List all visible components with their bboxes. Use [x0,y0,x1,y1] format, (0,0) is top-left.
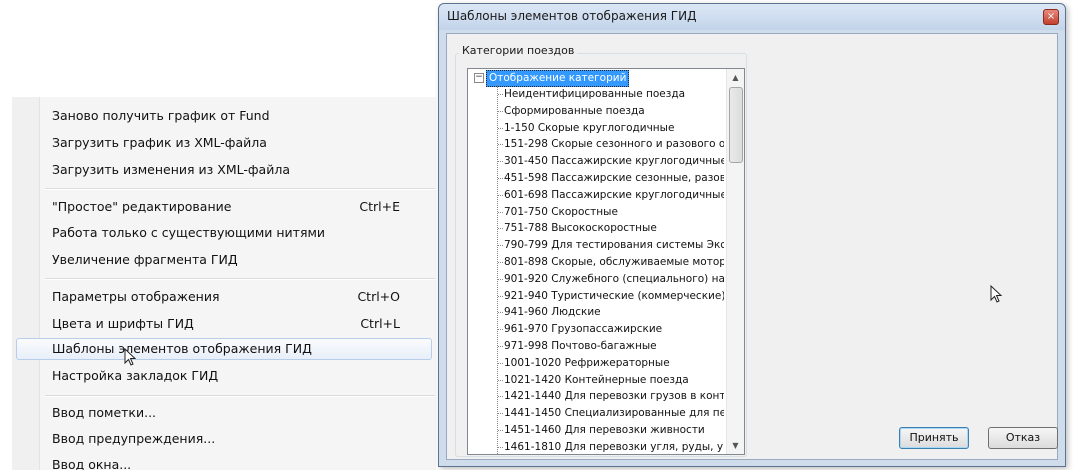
tree-node[interactable]: 961-970 Грузопассажирские [504,321,724,338]
menu-item-label: Работа только с существующими нитями [52,225,326,240]
menu-item-shortcut: Ctrl+E [359,199,400,214]
tree-branch-line [498,178,503,179]
tree-node[interactable]: 790-799 Для тестирования системы Экст [504,237,724,254]
collapse-icon[interactable]: − [474,73,484,83]
tree-branch-line [498,396,503,398]
tree-branch-line [498,94,503,95]
tree-node[interactable]: 901-920 Служебного (специального) наз [504,271,724,288]
menu-item-label: Ввод окна... [52,457,132,470]
menu-item-label: Настройка закладок ГИД [52,368,219,383]
tree-branch-line [498,144,503,146]
menu-item-label: Заново получить график от Fund [52,108,270,123]
menu-item-existing-threads-only[interactable]: Работа только с существующими нитями [12,222,432,244]
tree-node[interactable]: 1001-1020 Рефрижераторные [504,355,724,372]
menu-item-label: Ввод предупреждения... [52,431,216,446]
tree-branch-line [498,211,503,213]
tree-node[interactable]: 1441-1450 Специализированные для пер [504,405,724,422]
cancel-button[interactable]: Отказ [988,427,1058,449]
tree-guide-line [497,84,498,454]
dialog-title: Шаблоны элементов отображения ГИД [447,9,697,23]
tree-node[interactable]: Неидентифицированные поезда [504,86,724,103]
tree-node[interactable]: 701-750 Скоростные [504,204,724,221]
menu-item-label: Загрузить изменения из XML-файла [52,162,290,177]
tree-branch-line [498,446,503,448]
tree-node[interactable]: 1421-1440 Для перевозки грузов в контр [504,388,724,405]
menu-item-label: Шаблоны элементов отображения ГИД [52,341,312,356]
scroll-down-icon[interactable]: ▼ [727,437,744,454]
menu-item-label: Увеличение фрагмента ГИД [52,252,238,267]
tree-node[interactable]: 1451-1460 Для перевозки живности [504,422,724,439]
tree-node[interactable]: Сформированные поезда [504,103,724,120]
tree-content: − Отображение категорий Неидентифицирова… [468,69,726,454]
tree-branch-line [498,194,503,196]
menu-item-enter-window[interactable]: Ввод окна... [12,454,432,470]
menu-separator [45,278,435,280]
tree-node[interactable]: 941-960 Людские [504,304,724,321]
tree-node[interactable]: 971-998 Почтово-багажные [504,338,724,355]
tree-branch-line [498,329,503,331]
menu-item-enter-warning[interactable]: Ввод предупреждения... [12,428,432,450]
accept-button[interactable]: Принять [899,427,969,449]
context-menu: Заново получить график от Fund Загрузить… [12,97,436,470]
menu-item-colors-fonts[interactable]: Цвета и шрифты ГИД Ctrl+L [12,313,432,335]
tree-node[interactable]: 1461-1810 Для перевозки угля, руды, у [504,439,724,454]
menu-item-shortcut: Ctrl+O [357,289,400,304]
tree-node[interactable]: 1-150 Скорые круглогодичные [504,120,724,137]
categories-tree[interactable]: − Отображение категорий Неидентифицирова… [467,68,745,455]
menu-item-label: Ввод пометки... [52,405,157,420]
mouse-cursor-icon [124,348,137,366]
tree-branch-line [498,262,503,263]
tree-node[interactable]: 151-298 Скорые сезонного и разового об [504,136,724,153]
scroll-up-icon[interactable]: ▲ [727,69,744,86]
menu-separator [45,188,435,190]
menu-item-refetch-schedule[interactable]: Заново получить график от Fund [12,105,432,127]
menu-item-element-templates[interactable]: Шаблоны элементов отображения ГИД [16,338,432,360]
menu-item-shortcut: Ctrl+L [360,316,400,331]
dialog-client-area: Категории поездов − Отображение категори… [446,33,1058,460]
tree-branch-line [498,110,503,112]
groupbox-label: Категории поездов [459,44,578,57]
mouse-cursor-icon [990,285,1003,303]
tree-branch-line [498,245,503,247]
tree-node[interactable]: 921-940 Туристические (коммерческие) [504,288,724,305]
dialog-titlebar[interactable]: Шаблоны элементов отображения ГИД × [439,4,1065,30]
tree-branch-line [498,278,503,280]
tree-branch-line [498,362,503,364]
tree-node[interactable]: 751-788 Высокоскоростные [504,220,724,237]
menu-item-load-schedule-xml[interactable]: Загрузить график из XML-файла [12,132,432,154]
menu-separator [45,395,435,397]
menu-item-load-changes-xml[interactable]: Загрузить изменения из XML-файла [12,159,432,181]
menu-item-label: Параметры отображения [52,289,220,304]
tree-node[interactable]: 301-450 Пассажирские круглогодичные [504,153,724,170]
tree-scrollbar[interactable]: ▲ ▼ [726,69,744,454]
menu-item-enter-mark[interactable]: Ввод пометки... [12,402,432,424]
tree-node[interactable]: 801-898 Скорые, обслуживаемые моторе [504,254,724,271]
tree-branch-line [498,379,503,381]
tree-branch-line [498,161,503,163]
tree-node[interactable]: 1021-1420 Контейнерные поезда [504,372,724,389]
menu-item-display-params[interactable]: Параметры отображения Ctrl+O [12,286,432,308]
tree-branch-line [498,430,503,431]
tree-branch-line [498,413,503,415]
tree-root-node[interactable]: Отображение категорий [486,70,630,87]
templates-dialog: Шаблоны элементов отображения ГИД × Кате… [438,3,1066,467]
menu-item-simple-edit[interactable]: "Простое" редактирование Ctrl+E [12,196,432,218]
menu-item-zoom-fragment[interactable]: Увеличение фрагмента ГИД [12,249,432,271]
tree-node[interactable]: 601-698 Пассажирские круглогодичные [504,187,724,204]
tree-branch-line [498,228,503,230]
scrollbar-thumb[interactable] [729,87,743,163]
menu-item-label: "Простое" редактирование [52,199,232,214]
tree-branch-line [498,346,503,347]
menu-item-label: Цвета и шрифты ГИД [52,316,194,331]
tree-branch-line [498,127,503,129]
menu-item-bookmark-settings[interactable]: Настройка закладок ГИД [12,365,432,387]
tree-branch-line [498,312,503,314]
tree-branch-line [498,295,503,297]
menu-item-label: Загрузить график из XML-файла [52,135,267,150]
tree-node[interactable]: 451-598 Пассажирские сезонные, разово [504,170,724,187]
close-icon[interactable]: × [1043,9,1059,25]
